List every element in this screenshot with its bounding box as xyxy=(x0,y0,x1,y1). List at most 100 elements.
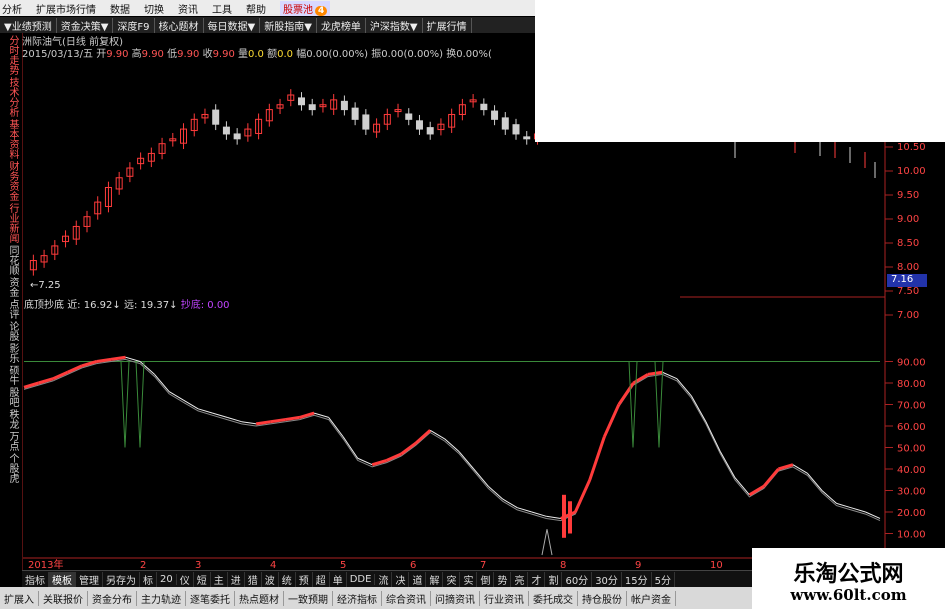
nav-item[interactable]: 秩龙 xyxy=(4,409,18,429)
toolbar-item[interactable]: 深度F9 xyxy=(113,17,155,33)
toolbar-item[interactable]: ▼业绩预测 xyxy=(0,17,57,33)
bottom-tab[interactable]: 资金分布 xyxy=(88,590,137,606)
bottom-tab[interactable]: 扩展入 xyxy=(0,590,39,606)
near-label: 近: xyxy=(67,300,81,311)
nav-item[interactable]: 硕牛 xyxy=(4,365,18,385)
tab[interactable]: 势 xyxy=(494,571,512,587)
menu-item[interactable]: 工具 xyxy=(212,1,232,16)
near-line-segment xyxy=(371,458,388,467)
toolbar-item[interactable]: 沪深指数▼ xyxy=(366,17,423,33)
menu-item[interactable]: 股票池 4 xyxy=(280,0,331,16)
toolbar-item[interactable]: 扩展行情 xyxy=(423,17,472,33)
nav-item[interactable]: 分时走势 xyxy=(4,35,18,75)
price-tick: 9.50 xyxy=(897,190,919,201)
tab[interactable]: 统 xyxy=(279,571,296,587)
bottom-tab[interactable]: 行业资讯 xyxy=(480,590,529,606)
candle-body xyxy=(523,136,531,140)
nav-item[interactable]: 技术分析 xyxy=(4,77,18,117)
bottom-tab[interactable]: 关联报价 xyxy=(39,590,88,606)
tab[interactable]: DDE xyxy=(347,573,376,585)
tab[interactable]: 5分 xyxy=(652,571,676,587)
near-line-segment xyxy=(778,463,794,471)
nav-item[interactable]: 万点 xyxy=(4,431,18,451)
tab[interactable]: 波 xyxy=(262,571,279,587)
candle-body xyxy=(212,109,220,125)
nav-item[interactable]: 财务资金 xyxy=(4,161,18,201)
near-line-segment xyxy=(154,374,170,392)
near-line-segment xyxy=(197,408,213,414)
nav-item[interactable]: 点评 xyxy=(4,299,18,319)
nav-item[interactable]: 个股虎 xyxy=(4,453,18,483)
tab[interactable]: 另存为 xyxy=(103,571,140,587)
nav-item[interactable]: 资金 xyxy=(4,277,18,297)
tab[interactable]: 流 xyxy=(375,571,393,587)
tab[interactable]: 解 xyxy=(426,571,444,587)
tab[interactable]: 短 xyxy=(194,571,211,587)
tab[interactable]: 管理 xyxy=(76,571,103,587)
tab[interactable]: 进 xyxy=(228,571,245,587)
tab[interactable]: 标 xyxy=(140,571,157,587)
candle-body xyxy=(491,110,499,120)
toolbar-item[interactable]: 核心题材 xyxy=(155,17,204,33)
osc-tick: 60.00 xyxy=(897,422,926,433)
tab[interactable]: 突 xyxy=(443,571,461,587)
tab[interactable]: 决 xyxy=(392,571,410,587)
menu-item[interactable]: 数据 xyxy=(110,1,130,16)
tab[interactable]: 20 xyxy=(157,573,177,585)
price-tick: 7.00 xyxy=(897,310,919,321)
tab[interactable]: 才 xyxy=(528,571,546,587)
nav-item[interactable]: 影乐 xyxy=(4,343,18,363)
signal-spike xyxy=(120,361,130,448)
menu-item[interactable]: 切换 xyxy=(144,1,164,16)
tab[interactable]: 实 xyxy=(460,571,478,587)
tab[interactable]: 指标 xyxy=(22,571,49,587)
menu-item[interactable]: 资讯 xyxy=(178,1,198,16)
bottom-tab[interactable]: 问摘资讯 xyxy=(431,590,480,606)
nav-item[interactable]: 股吧 xyxy=(4,387,18,407)
tab[interactable]: 亮 xyxy=(511,571,529,587)
bottom-tab[interactable]: 综合资讯 xyxy=(382,590,431,606)
nav-item[interactable]: 同花顺 xyxy=(4,245,18,275)
bottom-tab[interactable]: 热点题材 xyxy=(235,590,284,606)
tab[interactable]: 15分 xyxy=(622,571,652,587)
menu-item[interactable]: 帮助 xyxy=(246,1,266,16)
tab[interactable]: 30分 xyxy=(592,571,622,587)
bottom-tab[interactable]: 持仓股份 xyxy=(578,590,627,606)
open-label: 开 xyxy=(96,49,107,60)
toolbar-item[interactable]: 龙虎榜单 xyxy=(317,17,366,33)
near-line-segment xyxy=(270,418,286,424)
turn-value: 0.00%( xyxy=(456,49,492,60)
near-line-segment xyxy=(821,490,837,504)
tab[interactable]: 超 xyxy=(313,571,330,587)
tab[interactable]: 仪 xyxy=(177,571,194,587)
nav-item[interactable]: 基本资料 xyxy=(4,119,18,159)
menu-bar: 分析 扩展市场行情 数据 切换 资讯 工具 帮助 股票池 4 xyxy=(0,0,535,16)
tab[interactable]: 模板 xyxy=(49,571,76,587)
nav-item[interactable]: 论股 xyxy=(4,321,18,341)
toolbar-item[interactable]: 新股指南▼ xyxy=(260,17,317,33)
near-line-segment xyxy=(255,420,271,426)
osc-tick: 20.00 xyxy=(897,508,926,519)
menu-item[interactable]: 扩展市场行情 xyxy=(36,1,96,16)
low-label: 低 xyxy=(167,49,178,60)
tab[interactable]: 单 xyxy=(330,571,347,587)
bottom-tab[interactable]: 主力轨迹 xyxy=(137,590,186,606)
nav-item[interactable]: 行业新闻 xyxy=(4,203,18,243)
tab[interactable]: 道 xyxy=(409,571,427,587)
candle-body xyxy=(426,127,434,135)
tab[interactable]: 割 xyxy=(545,571,563,587)
bottom-tab[interactable]: 帐户资金 xyxy=(627,590,676,606)
tab[interactable]: 猎 xyxy=(245,571,262,587)
menu-item[interactable]: 分析 xyxy=(2,1,22,16)
tab[interactable]: 60分 xyxy=(562,571,593,587)
buy-bar xyxy=(562,494,566,538)
bottom-tab[interactable]: 委托成交 xyxy=(529,590,578,606)
toolbar-item[interactable]: 资金决策▼ xyxy=(57,17,114,33)
tab[interactable]: 倒 xyxy=(477,571,495,587)
tab[interactable]: 预 xyxy=(296,571,313,587)
bottom-tab[interactable]: 经济指标 xyxy=(333,590,382,606)
tab[interactable]: 主 xyxy=(211,571,228,587)
toolbar-item[interactable]: 每日数据▼ xyxy=(204,17,261,33)
bottom-tab[interactable]: 逐笔委托 xyxy=(186,590,235,606)
bottom-tab[interactable]: 一致预期 xyxy=(284,590,333,606)
